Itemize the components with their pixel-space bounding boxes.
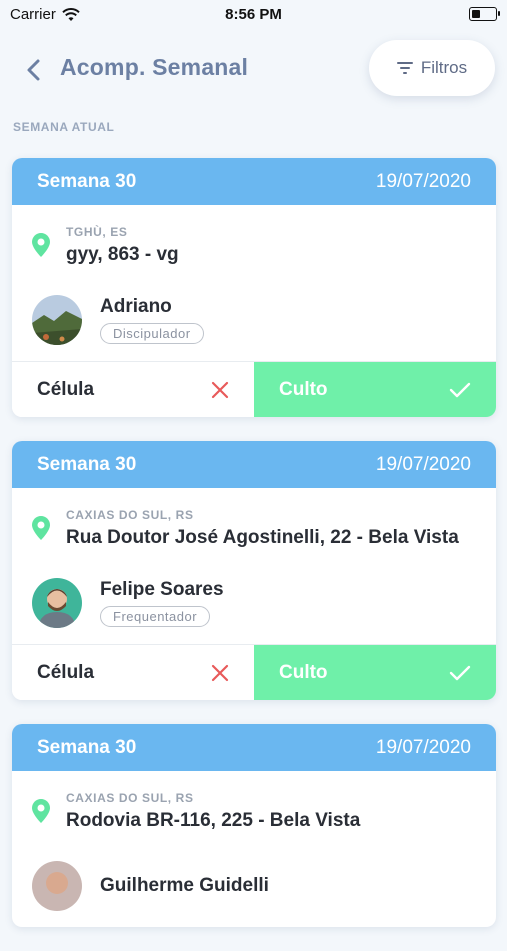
cell-attendance[interactable]: Célula (12, 362, 254, 417)
avatar (32, 578, 82, 628)
week-date: 19/07/2020 (375, 170, 471, 192)
card-header: Semana 30 19/07/2020 (12, 441, 496, 488)
check-icon (449, 382, 471, 397)
address-row: CAXIAS DO SUL, RS Rodovia BR-116, 225 - … (32, 789, 476, 833)
avatar (32, 861, 82, 911)
role-badge: Discipulador (100, 323, 204, 344)
page-title: Acomp. Semanal (60, 54, 249, 80)
person-name: Guilherme Guidelli (100, 875, 269, 896)
address-city: TGHÙ, ES (66, 225, 128, 239)
week-date: 19/07/2020 (375, 453, 471, 475)
battery-icon (469, 7, 500, 21)
service-label: Culto (279, 661, 328, 683)
week-date: 19/07/2020 (375, 736, 471, 758)
role-badge: Frequentador (100, 606, 211, 627)
header: Acomp. Semanal Filtros (0, 30, 507, 110)
person-row: Guilherme Guidelli (32, 833, 476, 927)
weekly-card[interactable]: Semana 30 19/07/2020 CAXIAS DO SUL, RS R… (12, 724, 496, 927)
attendance-row: Célula Culto (12, 644, 496, 700)
address-city: CAXIAS DO SUL, RS (66, 791, 194, 805)
service-attendance[interactable]: Culto (254, 362, 496, 417)
week-label: Semana 30 (37, 170, 137, 192)
check-icon (449, 665, 471, 680)
cell-attendance[interactable]: Célula (12, 645, 254, 700)
avatar (32, 295, 82, 345)
cell-label: Célula (37, 661, 95, 683)
service-attendance[interactable]: Culto (254, 645, 496, 700)
week-label: Semana 30 (37, 736, 137, 758)
status-bar: Carrier 8:56 PM (0, 0, 507, 30)
location-pin-icon (32, 516, 50, 540)
person-name: Felipe Soares (100, 579, 224, 600)
address-street: gyy, 863 - vg (66, 244, 179, 265)
card-list: Semana 30 19/07/2020 TGHÙ, ES gyy, 863 -… (12, 158, 496, 951)
section-label: SEMANA ATUAL (13, 120, 115, 134)
card-header: Semana 30 19/07/2020 (12, 158, 496, 205)
week-label: Semana 30 (37, 453, 137, 475)
address-row: CAXIAS DO SUL, RS Rua Doutor José Agosti… (32, 506, 476, 550)
weekly-card[interactable]: Semana 30 19/07/2020 CAXIAS DO SUL, RS R… (12, 441, 496, 700)
card-header: Semana 30 19/07/2020 (12, 724, 496, 771)
address-street: Rodovia BR-116, 225 - Bela Vista (66, 810, 361, 831)
person-row: Felipe Soares Frequentador (32, 550, 476, 644)
person-name: Adriano (100, 296, 172, 317)
x-icon (211, 381, 229, 398)
clock: 8:56 PM (225, 6, 282, 23)
address-city: CAXIAS DO SUL, RS (66, 508, 194, 522)
service-label: Culto (279, 378, 328, 400)
person-row: Adriano Discipulador (32, 267, 476, 361)
x-icon (211, 664, 229, 681)
location-pin-icon (32, 233, 50, 257)
address-street: Rua Doutor José Agostinelli, 22 - Bela V… (66, 527, 459, 548)
filter-label: Filtros (420, 58, 468, 77)
filter-button[interactable]: Filtros (369, 40, 495, 96)
back-arrow-icon[interactable] (22, 56, 46, 84)
weekly-card[interactable]: Semana 30 19/07/2020 TGHÙ, ES gyy, 863 -… (12, 158, 496, 417)
address-row: TGHÙ, ES gyy, 863 - vg (32, 223, 476, 267)
attendance-row: Célula Culto (12, 361, 496, 417)
filter-icon (396, 62, 413, 74)
location-pin-icon (32, 799, 50, 823)
cell-label: Célula (37, 378, 95, 400)
